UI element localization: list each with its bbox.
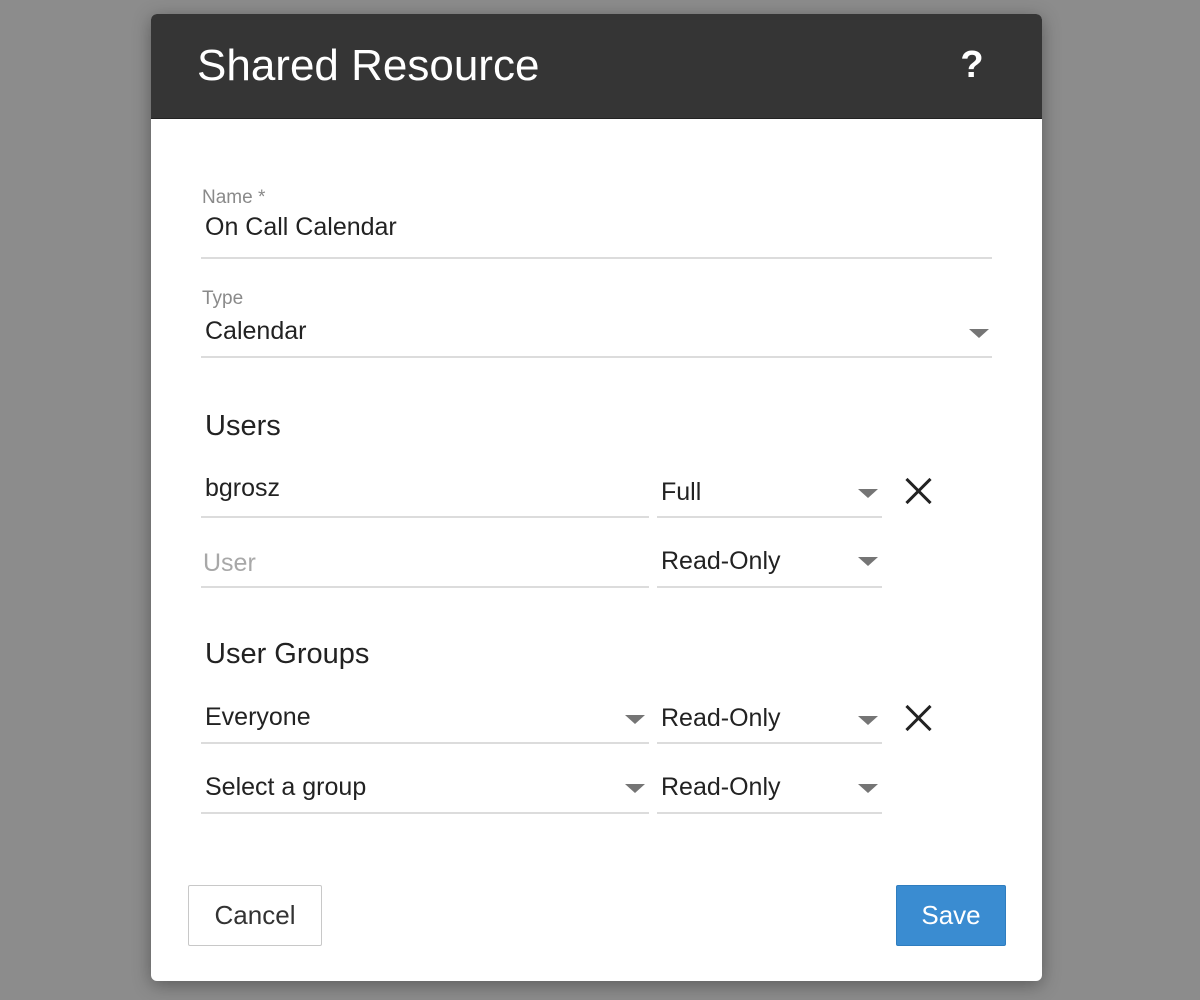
new-user-permission-value: Read-Only [661, 547, 781, 575]
new-user-permission-chevron-down-icon [858, 557, 878, 566]
new-group-permission-chevron-down-icon [858, 784, 878, 793]
type-select[interactable]: Type Calendar [201, 282, 992, 358]
dialog-header: Shared Resource ? [151, 14, 1042, 119]
group-permission-select[interactable]: Read-Only [657, 692, 882, 744]
dialog-title: Shared Resource [197, 41, 540, 90]
group-select[interactable]: Everyone [201, 692, 649, 744]
new-user-placeholder: User [203, 549, 256, 577]
type-label: Type [202, 288, 244, 309]
new-user-permission-select[interactable]: Read-Only [657, 536, 882, 588]
user-permission-value: Full [661, 478, 702, 506]
user-groups-section-title: User Groups [205, 638, 370, 670]
user-permission-select[interactable]: Full [657, 466, 882, 518]
shared-resource-dialog: Shared Resource ? Name * On Call Calenda… [151, 14, 1042, 981]
new-group-permission-select[interactable]: Read-Only [657, 762, 882, 814]
group-permission-value: Read-Only [661, 704, 781, 732]
cancel-button[interactable]: Cancel [188, 885, 322, 946]
save-button[interactable]: Save [896, 885, 1006, 946]
type-chevron-down-icon [969, 329, 989, 338]
user-value: bgrosz [205, 474, 281, 502]
new-group-chevron-down-icon [625, 784, 645, 793]
new-user-input[interactable]: User [201, 536, 649, 588]
name-value: On Call Calendar [205, 213, 397, 241]
group-permission-chevron-down-icon [858, 716, 878, 725]
new-group-permission-value: Read-Only [661, 773, 781, 801]
name-field[interactable]: Name * On Call Calendar [201, 182, 992, 259]
user-input[interactable]: bgrosz [201, 466, 649, 518]
remove-user-icon[interactable] [904, 476, 934, 506]
users-section-title: Users [205, 410, 281, 442]
new-group-value: Select a group [205, 773, 367, 801]
group-value: Everyone [205, 703, 311, 731]
name-label: Name * [202, 187, 266, 208]
type-value: Calendar [205, 317, 307, 345]
help-icon[interactable]: ? [957, 40, 987, 90]
remove-group-icon[interactable] [904, 703, 934, 733]
group-chevron-down-icon [625, 715, 645, 724]
user-permission-chevron-down-icon [858, 489, 878, 498]
new-group-select[interactable]: Select a group [201, 762, 649, 814]
